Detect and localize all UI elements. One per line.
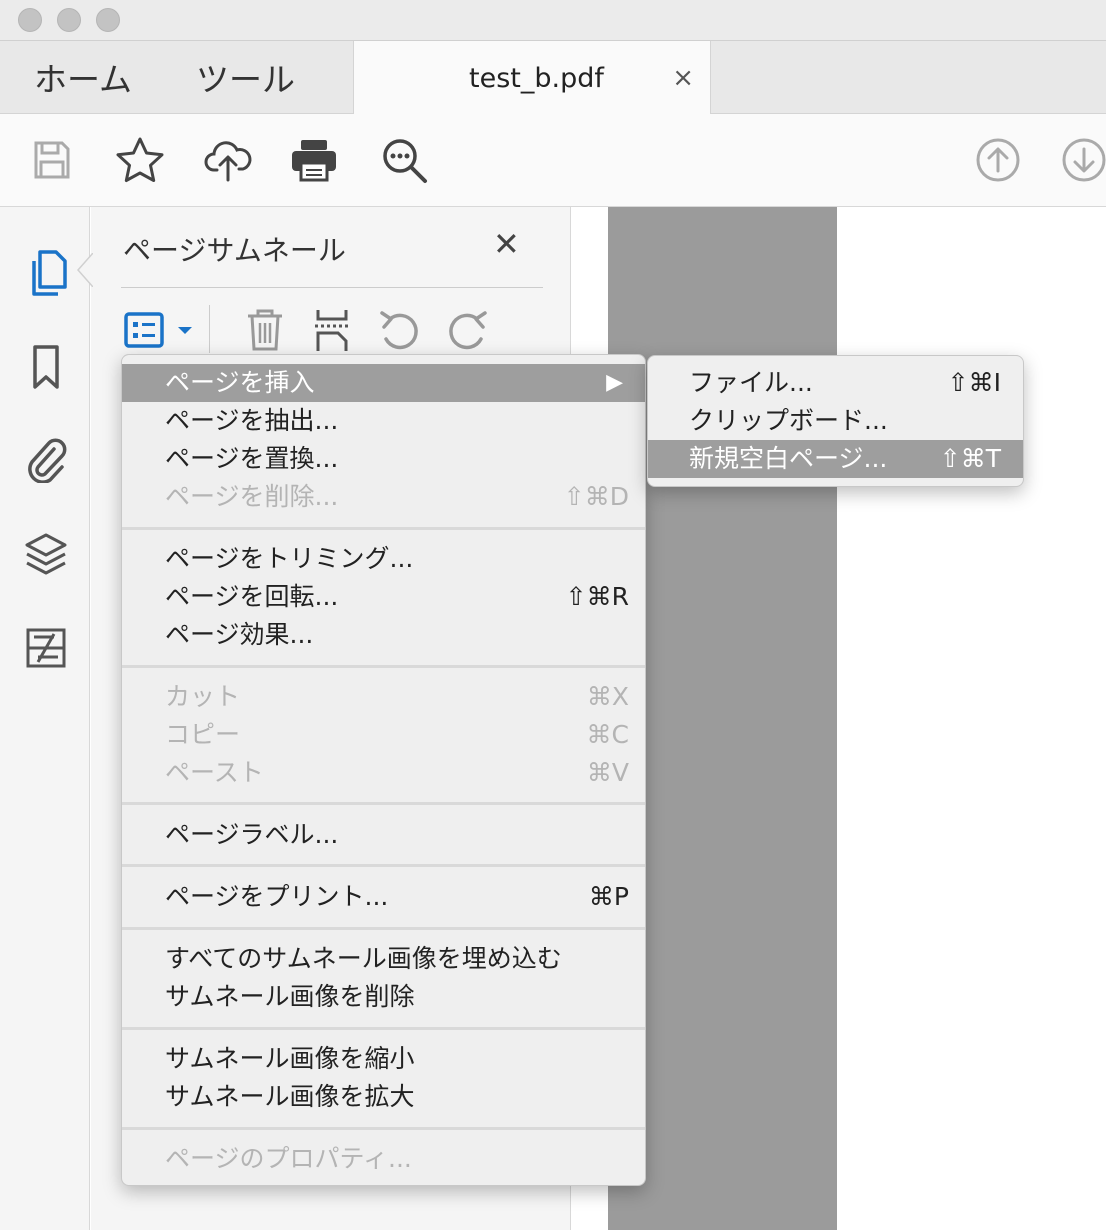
menu-item-label: ページをトリミング...	[165, 544, 414, 573]
menu-item-label: サムネール画像を削除	[165, 982, 415, 1011]
menu-item-copy[interactable]: コピー ⌘C	[122, 716, 645, 754]
menu-item-cut[interactable]: カット ⌘X	[122, 678, 645, 716]
panel-divider	[121, 287, 543, 288]
menu-item-print-pages[interactable]: ページをプリント... ⌘P	[122, 878, 645, 916]
panel-pointer	[77, 253, 93, 287]
menu-item-label: コピー	[165, 720, 241, 749]
menu-separator	[122, 1127, 645, 1130]
submenu-item-shortcut: ⇧⌘I	[947, 368, 1001, 397]
attachment-icon[interactable]	[21, 434, 71, 484]
tab-home[interactable]: ホーム	[34, 53, 132, 101]
toolbar	[0, 114, 1106, 207]
menu-item-label: ページを削除...	[165, 482, 339, 511]
menu-item-label: すべてのサムネール画像を埋め込む	[165, 944, 562, 973]
menu-item-label: サムネール画像を拡大	[165, 1082, 415, 1111]
content-icon[interactable]	[21, 623, 71, 673]
menu-item-label: ページを挿入	[165, 368, 315, 397]
menu-item-label: カット	[165, 682, 241, 711]
menu-item-shortcut: ⌘C	[586, 720, 629, 749]
options-menu-button[interactable]	[121, 305, 199, 355]
cloud-upload-icon[interactable]	[202, 134, 254, 186]
submenu-item-blank-page[interactable]: 新規空白ページ... ⇧⌘T	[648, 440, 1023, 478]
menu-item-page-transitions[interactable]: ページ効果...	[122, 616, 645, 654]
rotate-left-icon[interactable]	[374, 305, 426, 355]
bookmark-icon[interactable]	[21, 342, 71, 392]
menu-item-label: ページを抽出...	[165, 406, 339, 435]
menu-item-crop-pages[interactable]: ページをトリミング...	[122, 540, 645, 578]
menu-item-shortcut: ⇧⌘D	[563, 482, 629, 511]
menu-separator	[122, 527, 645, 530]
panel-title: ページサムネール	[123, 234, 346, 267]
menu-item-enlarge-thumbnails[interactable]: サムネール画像を拡大	[122, 1078, 645, 1116]
tab-document[interactable]: test_b.pdf ×	[353, 41, 711, 114]
rotate-right-icon[interactable]	[441, 305, 493, 355]
submenu-item-shortcut: ⇧⌘T	[939, 444, 1001, 473]
trash-icon[interactable]	[239, 305, 291, 355]
menu-separator	[122, 927, 645, 930]
menu-item-embed-thumbnails[interactable]: すべてのサムネール画像を埋め込む	[122, 940, 645, 978]
window-titlebar	[0, 0, 1106, 41]
menu-separator	[122, 802, 645, 805]
menu-item-shortcut: ⇧⌘R	[565, 582, 629, 611]
menu-separator	[122, 665, 645, 668]
zoom-window-button[interactable]	[96, 8, 120, 32]
close-panel-button[interactable]: ✕	[493, 225, 520, 263]
menu-item-label: ペースト	[165, 758, 264, 787]
menu-item-label: ページラベル...	[165, 820, 339, 849]
print-icon[interactable]	[288, 134, 340, 186]
menu-item-label: ページをプリント...	[165, 882, 389, 911]
submenu-item-from-file[interactable]: ファイル... ⇧⌘I	[648, 364, 1023, 402]
submenu-item-from-clipboard[interactable]: クリップボード...	[648, 402, 1023, 440]
menu-item-label: サムネール画像を縮小	[165, 1044, 415, 1073]
close-window-button[interactable]	[18, 8, 42, 32]
menu-item-shortcut: ⌘X	[586, 682, 629, 711]
document-filename: test_b.pdf	[469, 63, 604, 94]
layers-icon[interactable]	[21, 530, 71, 580]
menu-item-page-labels[interactable]: ページラベル...	[122, 816, 645, 854]
menu-item-extract-pages[interactable]: ページを抽出...	[122, 402, 645, 440]
save-icon[interactable]	[26, 134, 78, 186]
insert-pages-submenu: ファイル... ⇧⌘I クリップボード... 新規空白ページ... ⇧⌘T	[647, 355, 1024, 487]
menu-item-remove-thumbnails[interactable]: サムネール画像を削除	[122, 978, 645, 1016]
zoom-icon[interactable]	[378, 134, 430, 186]
left-tool-rail	[0, 207, 90, 1230]
menu-item-page-properties[interactable]: ページのプロパティ...	[122, 1140, 645, 1178]
submenu-item-label: クリップボード...	[689, 406, 888, 435]
submenu-arrow-icon: ▶	[606, 370, 623, 395]
menu-separator	[122, 1027, 645, 1030]
menu-item-label: ページを回転...	[165, 582, 339, 611]
menu-item-label: ページのプロパティ...	[165, 1144, 412, 1173]
menu-item-shortcut: ⌘V	[586, 758, 629, 787]
menu-item-shortcut: ⌘P	[588, 882, 629, 911]
star-icon[interactable]	[114, 134, 166, 186]
menu-item-insert-pages[interactable]: ページを挿入 ▶	[122, 364, 645, 402]
menu-item-delete-pages[interactable]: ページを削除... ⇧⌘D	[122, 478, 645, 516]
menu-item-paste[interactable]: ペースト ⌘V	[122, 754, 645, 792]
close-document-button[interactable]: ×	[672, 63, 694, 93]
menu-item-rotate-pages[interactable]: ページを回転... ⇧⌘R	[122, 578, 645, 616]
menu-item-reduce-thumbnails[interactable]: サムネール画像を縮小	[122, 1040, 645, 1078]
panel-toolbar-divider	[209, 305, 210, 353]
menu-item-label: ページ効果...	[165, 620, 314, 649]
menu-item-replace-pages[interactable]: ページを置換...	[122, 440, 645, 478]
minimize-window-button[interactable]	[57, 8, 81, 32]
options-menu: ページを挿入 ▶ ページを抽出... ページを置換... ページを削除... ⇧…	[121, 354, 646, 1186]
submenu-item-label: ファイル...	[689, 368, 813, 397]
submenu-item-label: 新規空白ページ...	[689, 444, 888, 473]
page-up-icon[interactable]	[972, 134, 1024, 186]
insert-page-icon[interactable]	[306, 305, 358, 355]
menu-item-label: ページを置換...	[165, 444, 339, 473]
page-thumbnails-icon[interactable]	[21, 249, 71, 299]
page-down-icon[interactable]	[1058, 134, 1106, 186]
tab-tools[interactable]: ツール	[196, 53, 295, 101]
menu-separator	[122, 864, 645, 867]
